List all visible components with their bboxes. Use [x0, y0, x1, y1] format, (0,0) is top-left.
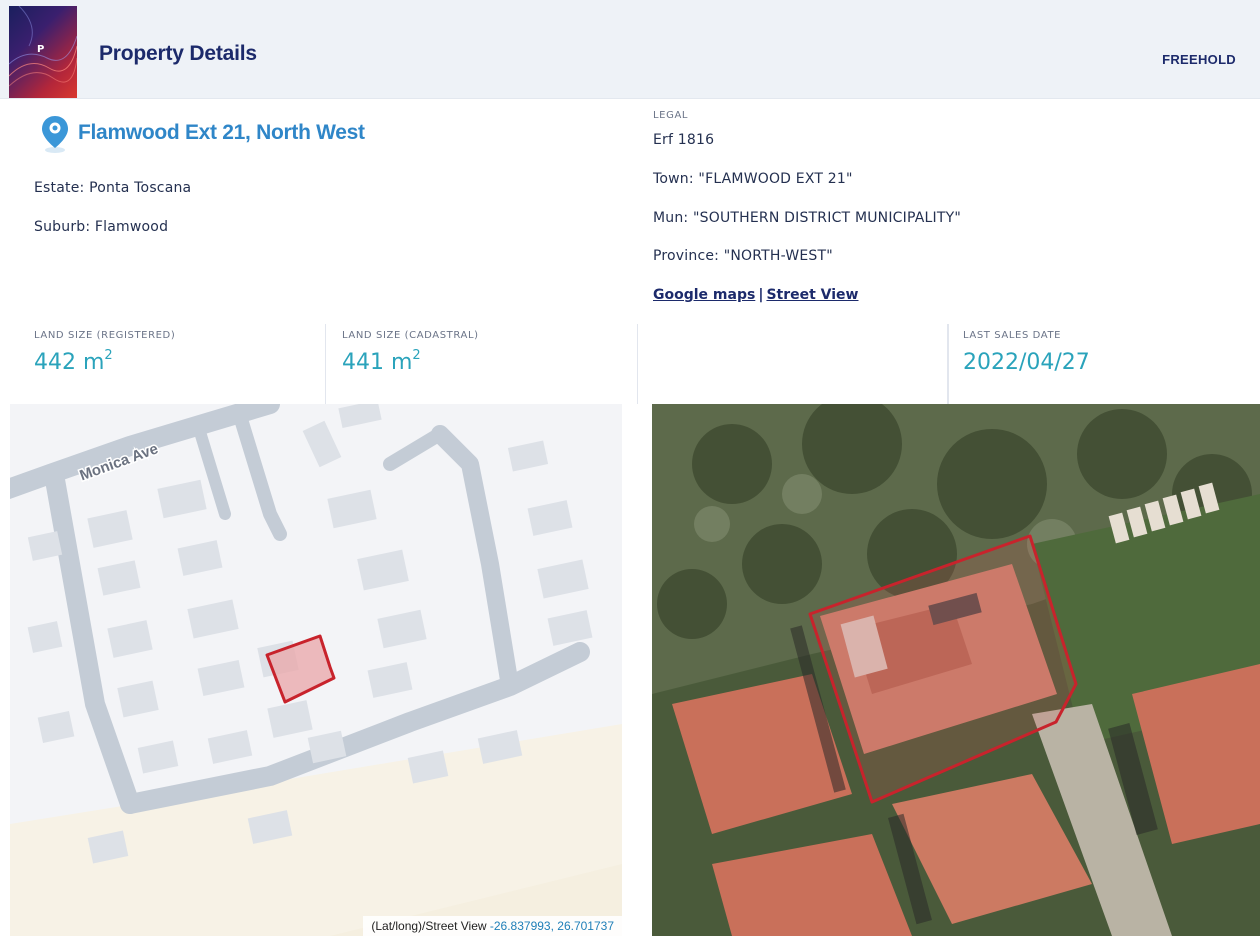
suburb-text: Suburb: Flamwood — [34, 219, 169, 235]
erf-text: Erf 1816 — [653, 132, 715, 148]
page-title: Property Details — [99, 42, 257, 65]
logo: P — [9, 6, 77, 98]
location-title: Flamwood Ext 21, North West — [78, 121, 365, 144]
stat-value: 441 m2 — [342, 348, 421, 375]
stat-label: LAST SALES DATE — [963, 330, 1062, 341]
estate-text: Estate: Ponta Toscana — [34, 180, 192, 196]
town-text: Town: "FLAMWOOD EXT 21" — [653, 171, 853, 187]
satellite-view[interactable] — [652, 404, 1260, 936]
street-map[interactable]: Monica Ave (Lat/long)/Street View -26.83… — [10, 404, 622, 936]
external-links: Google maps | Street View — [653, 287, 859, 303]
coords-prefix: (Lat/long)/Street View — [371, 919, 490, 933]
satellite-graphic — [652, 404, 1260, 936]
province-text: Province: "NORTH-WEST" — [653, 248, 833, 264]
stat-value: 442 m2 — [34, 348, 113, 375]
header: P Property Details FREEHOLD — [0, 0, 1260, 99]
street-view-link[interactable]: Street View — [766, 287, 858, 303]
stats-row: LAND SIZE (REGISTERED) 442 m2 LAND SIZE … — [0, 324, 1260, 404]
google-maps-link[interactable]: Google maps — [653, 287, 755, 303]
street-map-graphic: Monica Ave — [10, 404, 622, 936]
stat-land-size-registered: LAND SIZE (REGISTERED) 442 m2 — [10, 324, 326, 404]
stat-label: LAND SIZE (REGISTERED) — [34, 330, 176, 341]
stat-label: LAND SIZE (CADASTRAL) — [342, 330, 479, 341]
stat-value: 2022/04/27 — [963, 350, 1090, 375]
logo-letter: P — [37, 44, 45, 55]
stat-empty — [638, 324, 948, 404]
legal-label: LEGAL — [653, 110, 689, 121]
stat-land-size-cadastral: LAND SIZE (CADASTRAL) 441 m2 — [326, 324, 638, 404]
stat-last-sales-date: LAST SALES DATE 2022/04/27 — [948, 324, 1260, 404]
coords-value: -26.837993, 26.701737 — [489, 919, 614, 933]
coordinates-readout: (Lat/long)/Street View -26.837993, 26.70… — [363, 916, 622, 936]
municipality-text: Mun: "SOUTHERN DISTRICT MUNICIPALITY" — [653, 210, 961, 226]
map-pin-icon — [42, 116, 68, 153]
tenure-badge: FREEHOLD — [1162, 52, 1236, 67]
link-separator: | — [758, 287, 764, 303]
